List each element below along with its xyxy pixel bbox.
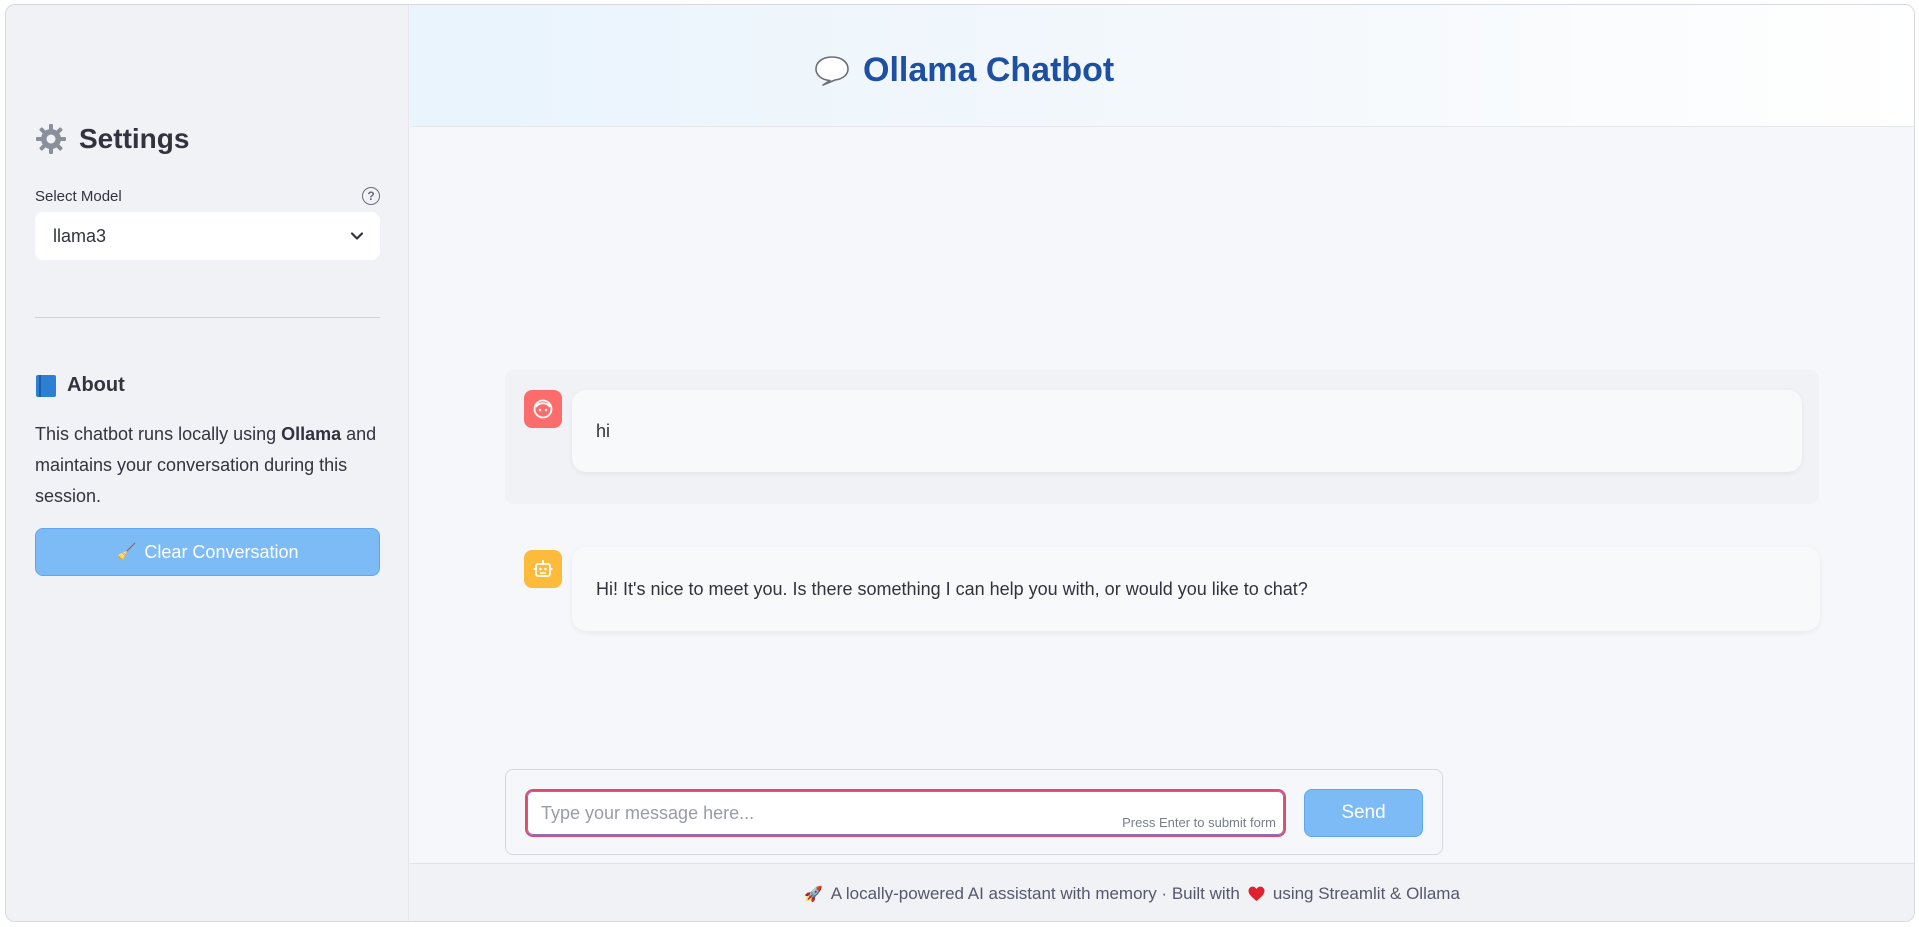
gear-icon [36, 124, 66, 154]
about-text: This chatbot runs locally using Ollama a… [35, 419, 385, 512]
broom-icon: 🧹 [116, 544, 137, 561]
clear-conversation-button[interactable]: 🧹 Clear Conversation [35, 528, 380, 576]
model-select[interactable]: llama3 [35, 212, 380, 260]
about-title-text: About [67, 374, 125, 396]
user-avatar-icon [524, 390, 562, 428]
model-label-row: Select Model ? [35, 187, 380, 205]
about-text-bold: Ollama [281, 424, 342, 444]
message-input[interactable] [541, 791, 1101, 835]
book-icon [36, 374, 56, 397]
message-input-wrapper: Press Enter to submit form [525, 789, 1286, 837]
model-label: Select Model [35, 187, 122, 205]
page-footer: 🚀 A locally-powered AI assistant with me… [410, 863, 1914, 921]
message-text: hi [596, 420, 611, 441]
sidebar-title: Settings [35, 123, 189, 155]
app-window: Settings Select Model ? llama3 About Thi… [5, 4, 1915, 922]
message-bubble: hi [572, 390, 1802, 472]
message-text: Hi! It's nice to meet you. Is there some… [596, 578, 1308, 599]
chat-message-user: hi [505, 370, 1819, 504]
page-title: Ollama Chatbot [813, 51, 1114, 90]
heart-icon [1248, 886, 1265, 901]
page-header: Ollama Chatbot [410, 5, 1914, 127]
about-title: About [36, 374, 125, 397]
footer-text: using Streamlit & Ollama [1272, 883, 1460, 903]
sidebar-title-text: Settings [79, 123, 190, 154]
chat-message-assistant: Hi! It's nice to meet you. Is there some… [505, 526, 1820, 636]
clear-conversation-label: Clear Conversation [144, 541, 299, 562]
robot-icon [533, 560, 553, 577]
sidebar-divider [35, 317, 380, 318]
face-icon [533, 399, 553, 419]
bot-avatar-icon [524, 550, 562, 588]
page-title-text: Ollama Chatbot [863, 51, 1115, 89]
submit-hint: Press Enter to submit form [1122, 815, 1276, 830]
main-area: Ollama Chatbot hi Hi! It's nice to meet … [410, 5, 1914, 921]
message-bubble: Hi! It's nice to meet you. Is there some… [572, 547, 1820, 631]
help-icon[interactable]: ? [362, 187, 380, 205]
sidebar: Settings Select Model ? llama3 About Thi… [6, 5, 409, 921]
chat-input-form: Press Enter to submit form Send [505, 769, 1443, 855]
send-button[interactable]: Send [1304, 789, 1423, 837]
model-select-value: llama3 [53, 225, 107, 246]
footer-text: A locally-powered AI assistant with memo… [830, 883, 1240, 903]
speech-bubble-icon [815, 55, 849, 86]
about-text-part: This chatbot runs locally using [35, 424, 282, 444]
rocket-icon: 🚀 [804, 885, 823, 903]
chevron-down-icon [350, 232, 364, 240]
